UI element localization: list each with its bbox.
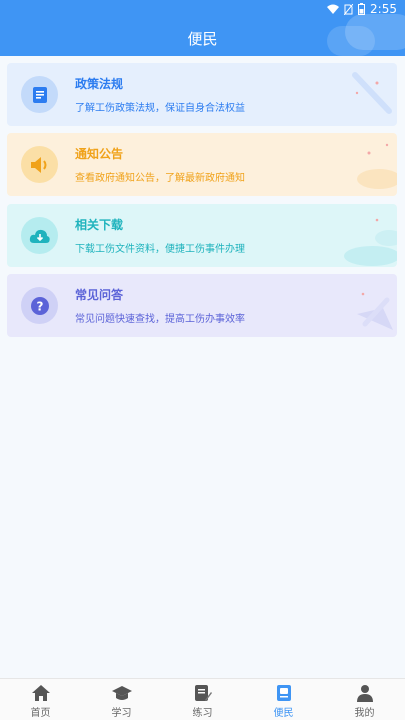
notebook-icon [276,685,291,701]
card-decoration [344,218,397,266]
faq-card-desc: 常见问题快速查找，提高工伤办事效率 [75,314,245,325]
wifi-icon [327,4,340,14]
tab-label: 学习 [111,708,132,719]
notice-card-title: 通知公告 [75,147,124,161]
tab-label: 练习 [192,708,213,719]
card-decoration [357,143,397,189]
graduation-cap-icon [111,686,132,700]
page-title: 便民 [187,30,218,48]
bottom-tab-bar: 首页 学习 练习 便民 我的 [0,678,405,720]
status-time: 2:55 [370,2,397,16]
tab-label: 便民 [273,708,294,719]
faq-card-title: 常见问答 [75,288,124,302]
no-sim-icon [344,3,354,15]
tab-home[interactable]: 首页 [0,679,81,720]
question-icon: ? [21,287,58,324]
card-decoration [357,292,393,330]
tab-practice[interactable]: 练习 [162,679,243,720]
notice-card-desc: 查看政府通知公告，了解最新政府通知 [75,173,245,184]
tab-mine[interactable]: 我的 [324,679,405,720]
faq-card[interactable]: ? 常见问答 常见问题快速查找，提高工伤办事效率 [7,274,397,337]
home-icon [31,685,50,701]
policy-card-desc: 了解工伤政策法规，保证自身合法权益 [75,103,245,114]
download-card-title: 相关下载 [75,218,124,232]
tab-label: 首页 [30,708,51,719]
tab-convenience[interactable]: 便民 [243,679,324,720]
user-icon [356,685,373,702]
speaker-icon [21,146,58,183]
policy-card[interactable]: 政策法规 了解工伤政策法规，保证自身合法权益 [7,63,397,126]
tab-label: 我的 [354,708,375,719]
battery-icon [358,3,366,15]
download-card[interactable]: 相关下载 下载工伤文件资料，便捷工伤事件办理 [7,204,397,267]
policy-card-title: 政策法规 [75,77,124,91]
card-decoration [352,72,392,114]
document-icon [21,76,58,113]
status-bar: 2:55 [327,0,405,18]
tab-study[interactable]: 学习 [81,679,162,720]
edit-note-icon [194,685,212,701]
download-card-desc: 下载工伤文件资料，便捷工伤事件办理 [75,244,245,255]
cloud-download-icon [21,217,58,254]
svg-text:?: ? [36,299,43,313]
notice-card[interactable]: 通知公告 查看政府通知公告，了解最新政府通知 [7,133,397,196]
header-bar: 2:55 便民 [0,0,405,56]
